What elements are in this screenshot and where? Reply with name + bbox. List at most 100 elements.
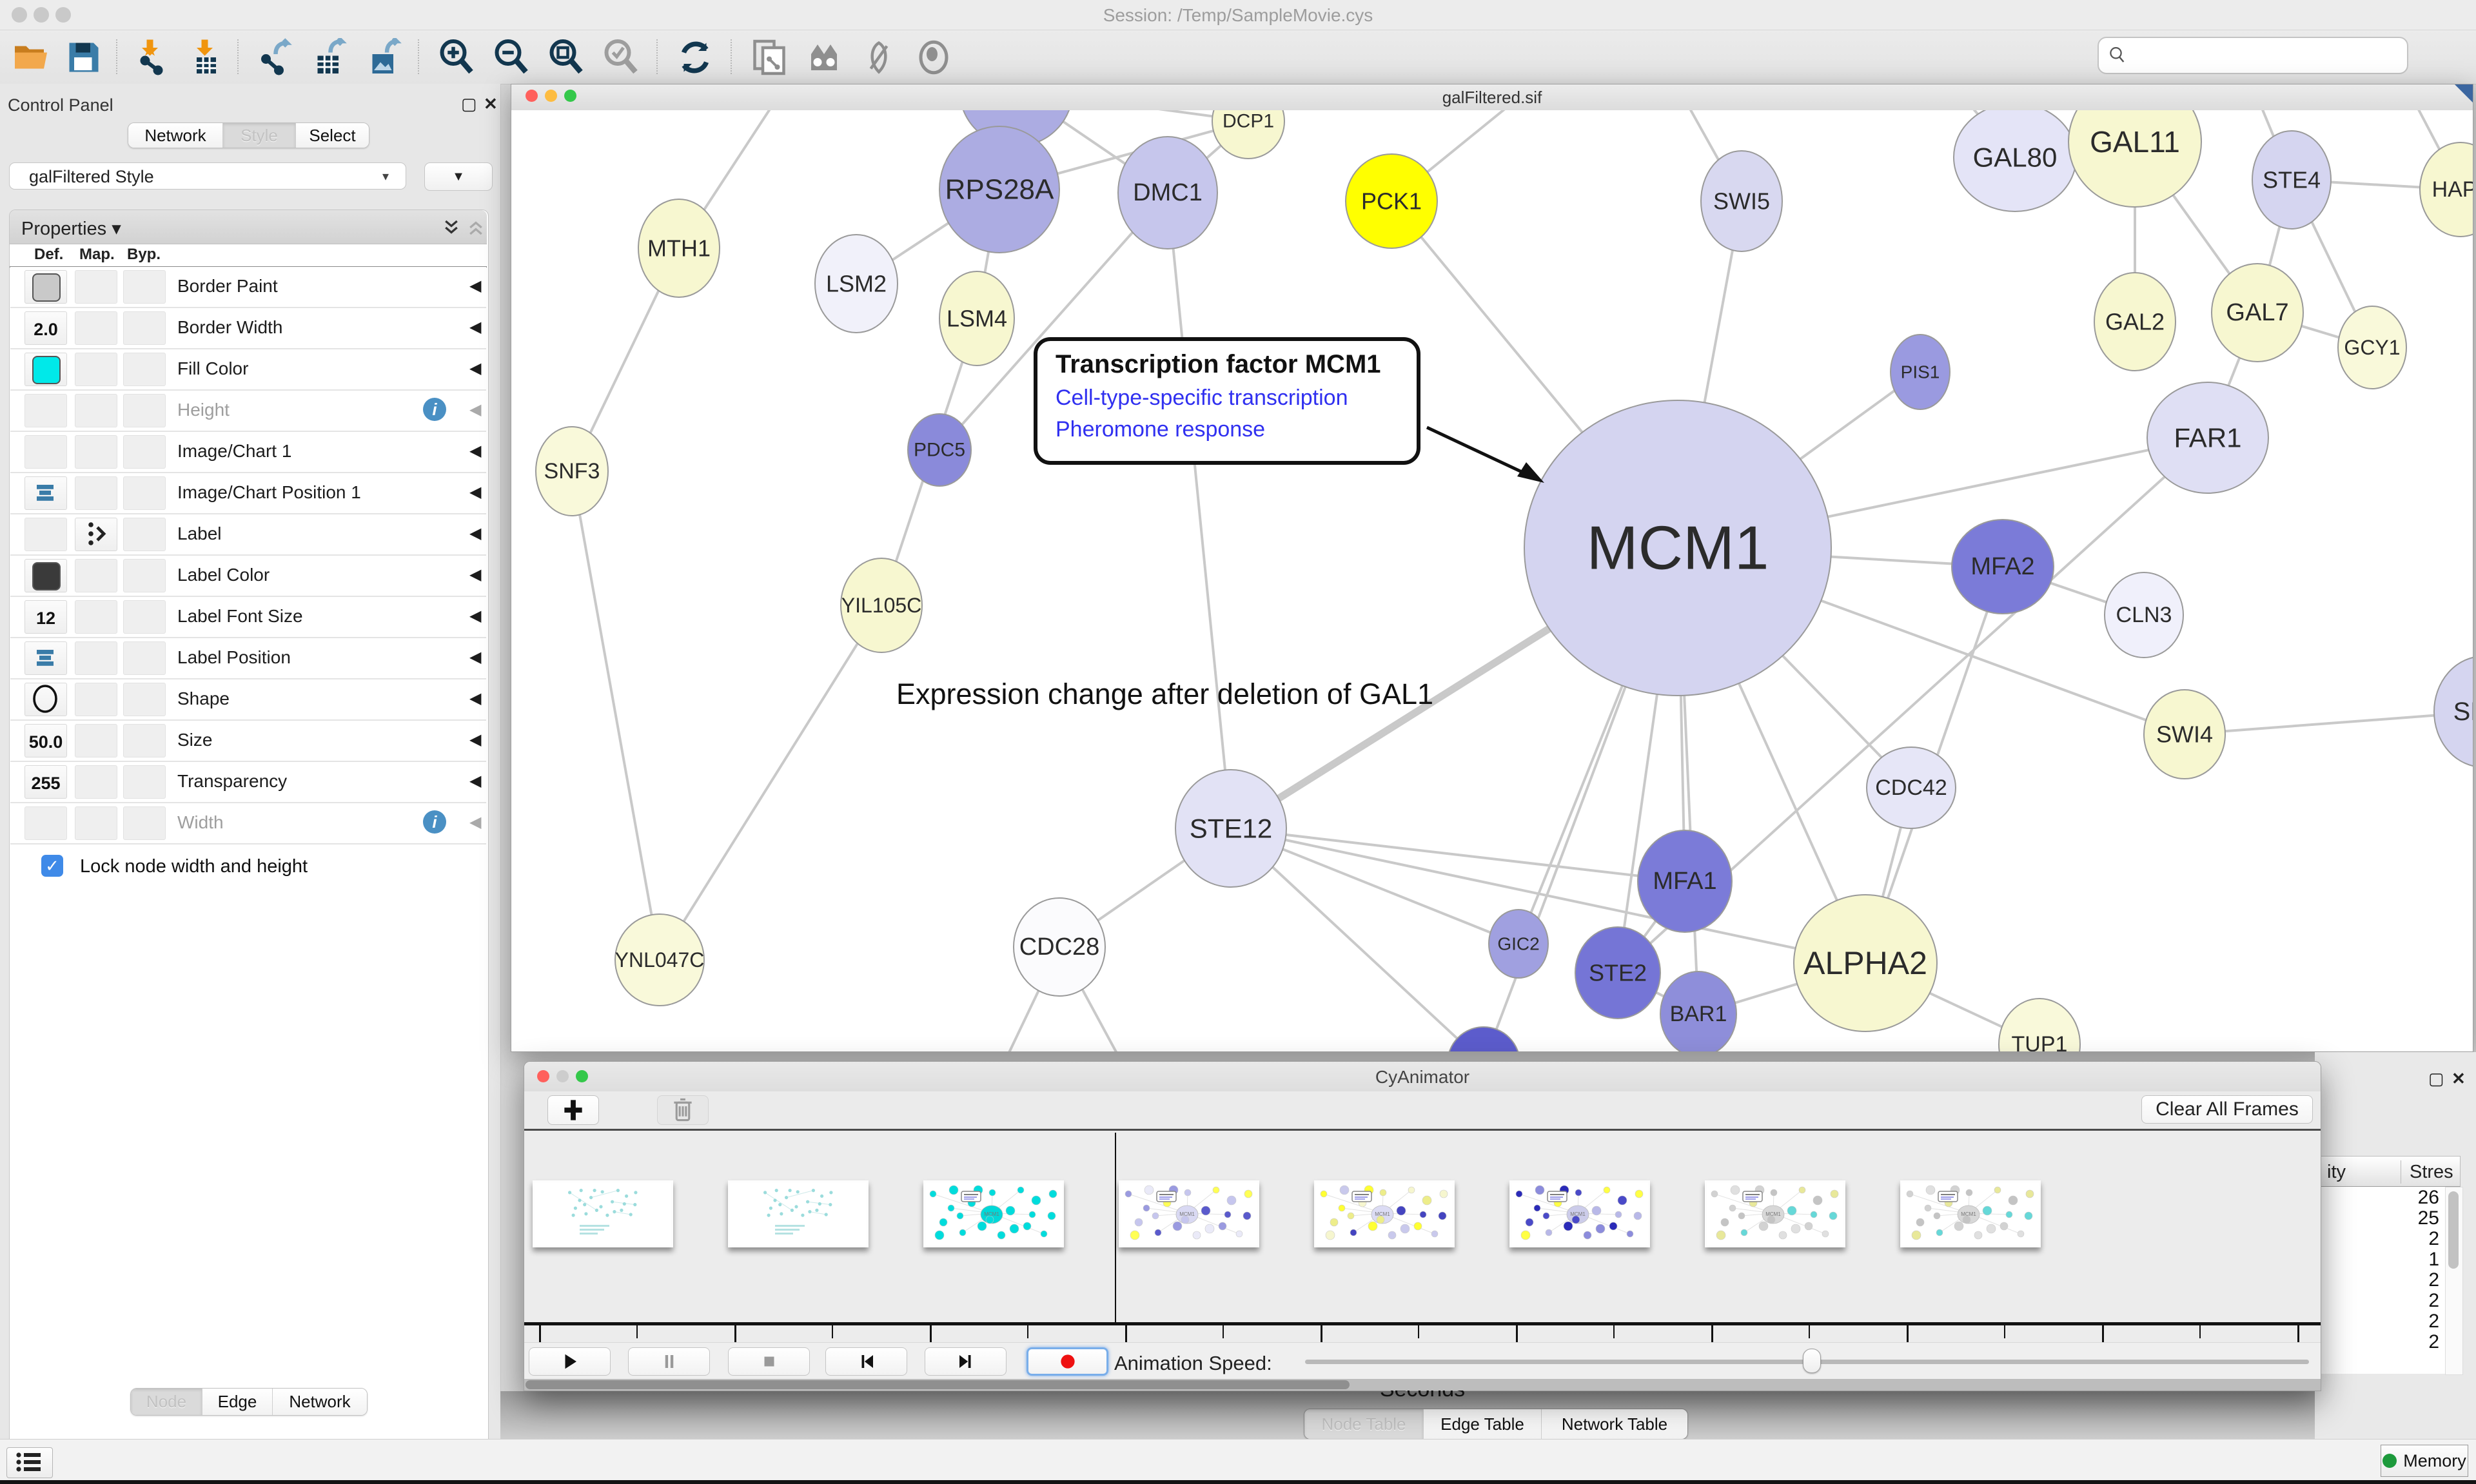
map-cell[interactable] bbox=[75, 683, 117, 716]
expand-property-arrow[interactable]: ◀ bbox=[469, 648, 481, 667]
tab-network-style[interactable]: Network bbox=[273, 1389, 367, 1415]
network-node-GAL7[interactable]: GAL7 bbox=[2212, 264, 2303, 362]
def-cell[interactable]: 2.0 bbox=[25, 311, 67, 345]
network-node-DMC1[interactable]: DMC1 bbox=[1118, 137, 1217, 249]
network-node-LSM2[interactable]: LSM2 bbox=[815, 235, 898, 333]
network-node-YIL105C[interactable]: YIL105C bbox=[841, 558, 922, 652]
frame-thumbnail-4[interactable]: MCM1 bbox=[1314, 1180, 1455, 1247]
import-network-icon[interactable] bbox=[132, 38, 171, 77]
table-column-header[interactable]: Stres bbox=[2410, 1162, 2453, 1183]
expand-property-arrow[interactable]: ◀ bbox=[469, 689, 481, 708]
style-selector[interactable]: galFiltered Style ▾ bbox=[9, 162, 406, 190]
export-table-icon[interactable] bbox=[310, 38, 348, 77]
annotation-link[interactable]: Cell-type-specific transcription bbox=[1056, 386, 1417, 411]
info-icon[interactable]: i bbox=[423, 810, 446, 834]
tab-node-table[interactable]: Node Table bbox=[1304, 1409, 1424, 1439]
expand-property-arrow[interactable]: ◀ bbox=[469, 277, 481, 295]
property-row[interactable]: 2.0Border Width◀ bbox=[10, 308, 486, 349]
def-cell[interactable]: 12 bbox=[25, 600, 67, 634]
map-cell[interactable] bbox=[75, 806, 117, 840]
byp-cell[interactable] bbox=[123, 311, 166, 345]
network-node-GAL80[interactable]: GAL80 bbox=[1954, 110, 2076, 211]
skip-to-end-button[interactable] bbox=[925, 1347, 1007, 1376]
expand-property-arrow[interactable]: ◀ bbox=[469, 359, 481, 378]
clear-all-frames-button[interactable]: Clear All Frames bbox=[2141, 1095, 2313, 1124]
property-row[interactable]: Image/Chart 1◀ bbox=[10, 432, 486, 473]
network-node-SNF3[interactable]: SNF3 bbox=[536, 427, 608, 516]
expand-property-arrow[interactable]: ◀ bbox=[469, 730, 481, 749]
byp-cell[interactable] bbox=[123, 600, 166, 634]
frame-thumbnail-2[interactable]: MCM1 bbox=[923, 1180, 1064, 1247]
byp-cell[interactable] bbox=[123, 724, 166, 757]
table-column-header[interactable]: ity bbox=[2327, 1162, 2346, 1183]
show-all-icon[interactable] bbox=[914, 38, 953, 77]
expand-property-arrow[interactable]: ◀ bbox=[469, 772, 481, 790]
timeline-hscrollbar[interactable] bbox=[524, 1379, 2321, 1391]
network-node-FAR1[interactable]: FAR1 bbox=[2147, 382, 2268, 493]
network-node-MTH1[interactable]: MTH1 bbox=[638, 199, 720, 297]
zoom-fit-icon[interactable] bbox=[547, 38, 585, 77]
table-row[interactable]: 1 bbox=[2319, 1249, 2446, 1269]
network-node-STE2[interactable]: STE2 bbox=[1575, 927, 1660, 1019]
zoom-in-icon[interactable] bbox=[437, 38, 476, 77]
properties-header[interactable]: Properties ▾ bbox=[10, 210, 487, 244]
network-node-YNL047C[interactable]: YNL047C bbox=[615, 914, 705, 1006]
network-node-STE12[interactable]: STE12 bbox=[1175, 770, 1286, 887]
frame-thumbnail-1[interactable] bbox=[728, 1180, 869, 1247]
map-cell[interactable] bbox=[75, 518, 117, 551]
byp-cell[interactable] bbox=[123, 476, 166, 510]
hide-selected-icon[interactable] bbox=[860, 38, 898, 77]
byp-cell[interactable] bbox=[123, 559, 166, 592]
expand-all-icon[interactable] bbox=[440, 218, 462, 237]
network-node-PIS1[interactable]: PIS1 bbox=[1891, 335, 1950, 409]
byp-cell[interactable] bbox=[123, 518, 166, 551]
def-cell[interactable] bbox=[25, 683, 67, 716]
table-row[interactable]: 2 bbox=[2319, 1311, 2446, 1331]
def-cell[interactable]: 255 bbox=[25, 765, 67, 799]
network-node-MCM1[interactable]: MCM1 bbox=[1524, 400, 1831, 696]
add-frame-button[interactable] bbox=[547, 1095, 599, 1125]
network-node-MFA2[interactable]: MFA2 bbox=[1952, 520, 2054, 614]
network-node-PDC5[interactable]: PDC5 bbox=[908, 414, 971, 486]
network-node-unlabeled[interactable] bbox=[1448, 1027, 1520, 1051]
def-cell[interactable] bbox=[25, 394, 67, 427]
style-options-button[interactable]: ▼ bbox=[424, 162, 493, 191]
table-row[interactable]: 2 bbox=[2319, 1290, 2446, 1311]
close-panel-icon[interactable]: ✕ bbox=[2451, 1069, 2466, 1089]
def-cell[interactable] bbox=[25, 476, 67, 510]
network-node-BAR1[interactable]: BAR1 bbox=[1660, 971, 1736, 1051]
property-row[interactable]: Label Position◀ bbox=[10, 638, 486, 679]
tab-edge-table[interactable]: Edge Table bbox=[1424, 1409, 1542, 1439]
find-icon[interactable] bbox=[805, 38, 843, 77]
network-node-CDC42[interactable]: CDC42 bbox=[1867, 747, 1956, 828]
import-table-icon[interactable] bbox=[187, 38, 226, 77]
map-cell[interactable] bbox=[75, 435, 117, 469]
map-cell[interactable] bbox=[75, 353, 117, 386]
def-cell[interactable] bbox=[25, 641, 67, 675]
def-cell[interactable] bbox=[25, 806, 67, 840]
zoom-selected-icon[interactable] bbox=[602, 38, 640, 77]
network-node-RPS28A[interactable]: RPS28A bbox=[939, 126, 1059, 253]
map-cell[interactable] bbox=[75, 270, 117, 304]
byp-cell[interactable] bbox=[123, 270, 166, 304]
map-cell[interactable] bbox=[75, 600, 117, 634]
tab-style[interactable]: Style bbox=[223, 123, 296, 148]
export-network-icon[interactable] bbox=[255, 38, 293, 77]
skip-to-start-button[interactable] bbox=[825, 1347, 907, 1376]
property-row[interactable]: Fill Color◀ bbox=[10, 349, 486, 391]
network-node-CDC28[interactable]: CDC28 bbox=[1014, 898, 1105, 996]
network-node-PCK1[interactable]: PCK1 bbox=[1346, 154, 1437, 248]
export-image-icon[interactable] bbox=[364, 38, 403, 77]
map-cell[interactable] bbox=[75, 311, 117, 345]
save-session-icon[interactable] bbox=[64, 38, 103, 77]
property-row[interactable]: 12Label Font Size◀ bbox=[10, 597, 486, 638]
tab-node[interactable]: Node bbox=[131, 1389, 202, 1415]
record-button[interactable] bbox=[1027, 1347, 1108, 1376]
float-panel-icon[interactable]: ▢ bbox=[2428, 1069, 2444, 1089]
network-node-CLN3[interactable]: CLN3 bbox=[2105, 572, 2183, 658]
clone-network-icon[interactable] bbox=[750, 38, 789, 77]
def-cell[interactable] bbox=[25, 435, 67, 469]
info-icon[interactable]: i bbox=[423, 398, 446, 421]
float-panel-icon[interactable]: ▢ bbox=[461, 94, 477, 114]
search-input[interactable] bbox=[2134, 41, 2394, 69]
